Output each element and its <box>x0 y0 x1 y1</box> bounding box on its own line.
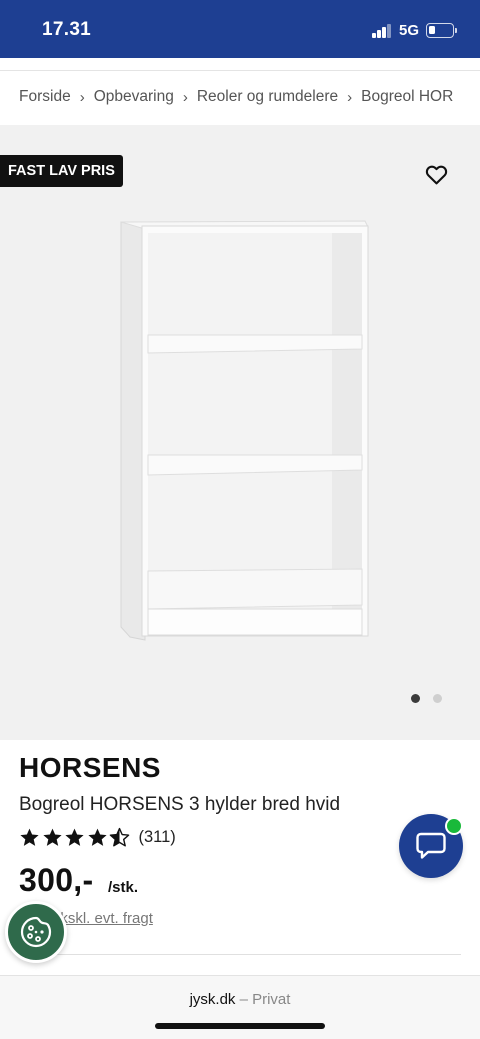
home-indicator[interactable] <box>155 1023 325 1029</box>
star-full-icon <box>20 828 39 846</box>
browsing-mode: Privat <box>252 991 291 1008</box>
carousel-dot[interactable] <box>433 694 442 703</box>
product-image-gallery[interactable]: FAST LAV PRIS <box>0 125 480 740</box>
heart-icon[interactable] <box>424 162 449 187</box>
price-unit: /stk. <box>108 879 139 896</box>
breadcrumb-item-storage[interactable]: Opbevaring <box>94 88 174 106</box>
product-rating[interactable]: (311) <box>19 826 176 848</box>
url-separator: – <box>239 991 248 1008</box>
status-time: 17.31 <box>42 19 92 40</box>
chat-bubble-icon <box>416 832 446 859</box>
cellular-signal-icon <box>372 24 392 38</box>
chevron-right-icon: › <box>79 88 85 106</box>
star-full-icon <box>42 828 62 846</box>
carousel-dot-active[interactable] <box>411 694 420 703</box>
product-price: 300,- <box>19 862 94 898</box>
star-full-icon <box>87 828 107 846</box>
chevron-right-icon: › <box>182 88 188 106</box>
chat-online-indicator <box>445 817 463 835</box>
section-divider <box>19 954 461 955</box>
url-domain: jysk.dk <box>189 991 236 1008</box>
battery-icon <box>426 23 454 38</box>
browser-url[interactable]: jysk.dk – Privat <box>0 991 480 1008</box>
breadcrumb-item-shelves[interactable]: Reoler og rumdelere <box>197 88 338 106</box>
cookie-settings-button[interactable] <box>5 901 67 963</box>
star-full-icon <box>65 828 84 846</box>
header-divider <box>0 70 480 71</box>
star-half-icon <box>109 827 130 847</box>
product-description: Bogreol HORSENS 3 hylder bred hvid <box>19 794 341 815</box>
product-name: HORSENS <box>19 752 161 783</box>
cookie-icon <box>20 916 52 948</box>
status-bar: 17.31 5G <box>0 0 480 58</box>
review-count[interactable]: (311) <box>139 828 176 847</box>
battery-cap <box>455 28 457 33</box>
breadcrumb-item-home[interactable]: Forside <box>19 88 71 106</box>
breadcrumb: Forside › Opbevaring › Reoler og rumdelere › B… <box>19 88 480 110</box>
freight-link[interactable]: ekskl. evt. fragt <box>52 910 153 927</box>
price-badge: FAST LAV PRIS <box>0 155 123 187</box>
chevron-right-icon: › <box>347 88 353 106</box>
network-type: 5G <box>399 22 420 39</box>
bookshelf-image <box>120 220 369 641</box>
breadcrumb-item-current: Bogreol HOR <box>361 88 454 105</box>
browser-address-bar[interactable]: jysk.dk – Privat <box>0 975 480 1039</box>
